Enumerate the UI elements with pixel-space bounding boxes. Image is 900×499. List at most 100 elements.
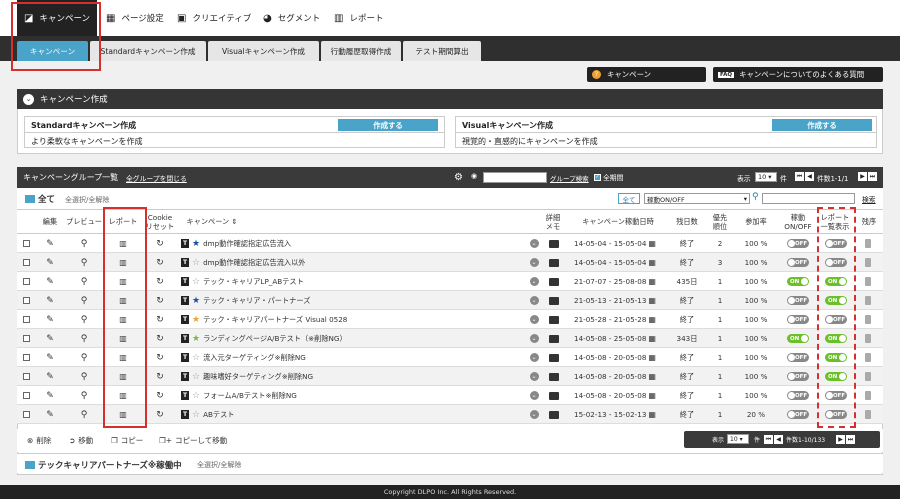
calendar-icon[interactable]: ▦ bbox=[648, 296, 656, 305]
campaign-name-cell[interactable]: T ★ dmp動作確認指定広告流入 bbox=[181, 234, 536, 253]
calendar-icon[interactable]: ▦ bbox=[648, 315, 656, 324]
row-checkbox[interactable] bbox=[22, 373, 30, 380]
nav-item-page-settings[interactable]: ▦ ページ設定 bbox=[106, 0, 176, 36]
memo-icon[interactable] bbox=[549, 277, 559, 286]
prev-page-icon[interactable]: ◀ bbox=[774, 435, 783, 444]
preview-icon[interactable]: ⚲ bbox=[75, 386, 93, 405]
memo-icon[interactable] bbox=[549, 239, 559, 248]
header-campaign-sort[interactable]: キャンペーン ⇕ bbox=[182, 210, 242, 234]
collapse-all-link[interactable]: 全グループを閉じる bbox=[126, 173, 187, 183]
calendar-icon[interactable]: ▦ bbox=[648, 410, 656, 419]
trash-icon[interactable] bbox=[865, 334, 871, 343]
move-button[interactable]: ➲ 移動 bbox=[69, 435, 93, 446]
toggle-switch[interactable]: ON bbox=[787, 334, 809, 343]
toggle-switch[interactable]: OFF bbox=[787, 391, 809, 400]
preview-icon[interactable]: ⚲ bbox=[75, 405, 93, 424]
calendar-icon[interactable]: ▦ bbox=[648, 391, 656, 400]
tab-history-create[interactable]: 行動履歴取得作成 bbox=[321, 41, 401, 61]
next-page-icon[interactable]: ▶ bbox=[836, 435, 845, 444]
group-search-link[interactable]: グループ検索 bbox=[550, 173, 589, 183]
visual-create-button[interactable]: 作成する bbox=[772, 119, 872, 131]
reset-icon[interactable]: ↻ bbox=[151, 272, 169, 291]
first-page-icon[interactable]: ⏮ bbox=[764, 435, 773, 444]
toggle-switch[interactable]: OFF bbox=[787, 410, 809, 419]
trash-icon[interactable] bbox=[865, 296, 871, 305]
toggle-switch[interactable]: OFF bbox=[787, 296, 809, 305]
memo-icon[interactable] bbox=[549, 353, 559, 362]
campaign-help-button[interactable]: ? キャンペーン bbox=[587, 67, 706, 82]
edit-icon[interactable]: ✎ bbox=[41, 348, 59, 367]
reset-icon[interactable]: ↻ bbox=[151, 367, 169, 386]
trash-icon[interactable] bbox=[865, 410, 871, 419]
all-period-checkbox[interactable]: ✓ 全期間 bbox=[594, 172, 623, 182]
campaign-name-cell[interactable]: T ☆ 流入元ターゲティング※削除NG bbox=[181, 348, 536, 367]
select-all-link[interactable]: 全選択/全解除 bbox=[197, 460, 241, 470]
delete-button[interactable]: ⊗ 削除 bbox=[27, 435, 51, 446]
toggle-switch[interactable]: ON bbox=[787, 277, 809, 286]
memo-icon[interactable] bbox=[549, 296, 559, 305]
create-section-header[interactable]: ⌄ キャンペーン作成 bbox=[17, 89, 883, 109]
dropdown-circle-icon[interactable]: ⌄ bbox=[529, 334, 539, 343]
calendar-icon[interactable]: ▦ bbox=[648, 239, 656, 248]
reset-icon[interactable]: ↻ bbox=[151, 329, 169, 348]
star-icon[interactable]: ★ bbox=[192, 334, 200, 344]
dropdown-circle-icon[interactable]: ⌄ bbox=[529, 410, 539, 419]
last-page-icon[interactable]: ⏭ bbox=[868, 172, 877, 181]
calendar-icon[interactable]: ▦ bbox=[648, 334, 656, 343]
reset-icon[interactable]: ↻ bbox=[151, 310, 169, 329]
campaign-name-cell[interactable]: T ☆ テック・キャリアLP_ABテスト bbox=[181, 272, 536, 291]
tab-standard-create[interactable]: Standardキャンペーン作成 bbox=[90, 41, 206, 61]
reset-icon[interactable]: ↻ bbox=[151, 291, 169, 310]
star-icon[interactable]: ★ bbox=[192, 239, 200, 249]
campaign-name-cell[interactable]: T ☆ dmp動作確認指定広告流入以外 bbox=[181, 253, 536, 272]
row-checkbox[interactable] bbox=[22, 316, 30, 323]
reset-icon[interactable]: ↻ bbox=[151, 348, 169, 367]
edit-icon[interactable]: ✎ bbox=[41, 386, 59, 405]
preview-icon[interactable]: ⚲ bbox=[75, 253, 93, 272]
dropdown-circle-icon[interactable]: ⌄ bbox=[529, 315, 539, 324]
row-checkbox[interactable] bbox=[22, 240, 30, 247]
memo-icon[interactable] bbox=[549, 315, 559, 324]
dropdown-circle-icon[interactable]: ⌄ bbox=[529, 391, 539, 400]
row-checkbox[interactable] bbox=[22, 259, 30, 266]
preview-icon[interactable]: ⚲ bbox=[75, 291, 93, 310]
campaign-name-cell[interactable]: T ☆ ABテスト bbox=[181, 405, 536, 424]
trash-icon[interactable] bbox=[865, 372, 871, 381]
per-page-select[interactable]: 10 ▾ bbox=[755, 172, 777, 182]
group-row-2[interactable]: テックキャリアパートナーズ※稼働中 全選択/全解除 bbox=[17, 453, 883, 473]
filter-all-button[interactable]: 全て bbox=[618, 193, 640, 204]
campaign-name-cell[interactable]: T ★ ランディングページA/Bテスト（※削除NG） bbox=[181, 329, 536, 348]
preview-icon[interactable]: ⚲ bbox=[75, 367, 93, 386]
memo-icon[interactable] bbox=[549, 372, 559, 381]
dropdown-circle-icon[interactable]: ⌄ bbox=[529, 239, 539, 248]
preview-icon[interactable]: ⚲ bbox=[75, 310, 93, 329]
campaign-name-cell[interactable]: T ☆ フォームA/Bテスト※削除NG bbox=[181, 386, 536, 405]
first-page-icon[interactable]: ⏮ bbox=[795, 172, 804, 181]
trash-icon[interactable] bbox=[865, 258, 871, 267]
trash-icon[interactable] bbox=[865, 239, 871, 248]
nav-item-report[interactable]: ▥ レポート bbox=[334, 0, 404, 36]
edit-icon[interactable]: ✎ bbox=[41, 405, 59, 424]
dropdown-circle-icon[interactable]: ⌄ bbox=[529, 372, 539, 381]
toggle-switch[interactable]: OFF bbox=[787, 258, 809, 267]
toggle-switch[interactable]: OFF bbox=[787, 353, 809, 362]
toggle-switch[interactable]: OFF bbox=[787, 239, 809, 248]
campaign-name-cell[interactable]: T ☆ 趣味嗜好ターゲティング※削除NG bbox=[181, 367, 536, 386]
toggle-switch[interactable]: OFF bbox=[787, 315, 809, 324]
row-checkbox[interactable] bbox=[22, 392, 30, 399]
status-filter-select[interactable]: 稼動ON/OFF ▾ bbox=[644, 193, 750, 204]
standard-create-button[interactable]: 作成する bbox=[338, 119, 438, 131]
radio-icon[interactable]: ◉ bbox=[471, 172, 477, 180]
star-icon[interactable]: ★ bbox=[192, 296, 200, 306]
edit-icon[interactable]: ✎ bbox=[41, 291, 59, 310]
star-icon[interactable]: ☆ bbox=[192, 277, 200, 287]
faq-button[interactable]: FAQ キャンペーンについてのよくある質問 bbox=[713, 67, 883, 82]
edit-icon[interactable]: ✎ bbox=[41, 253, 59, 272]
edit-icon[interactable]: ✎ bbox=[41, 272, 59, 291]
reset-icon[interactable]: ↻ bbox=[151, 253, 169, 272]
trash-icon[interactable] bbox=[865, 315, 871, 324]
copy-button[interactable]: ❐ コピー bbox=[111, 435, 143, 446]
tab-test-period[interactable]: テスト期間算出 bbox=[403, 41, 481, 61]
edit-icon[interactable]: ✎ bbox=[41, 329, 59, 348]
reset-icon[interactable]: ↻ bbox=[151, 386, 169, 405]
